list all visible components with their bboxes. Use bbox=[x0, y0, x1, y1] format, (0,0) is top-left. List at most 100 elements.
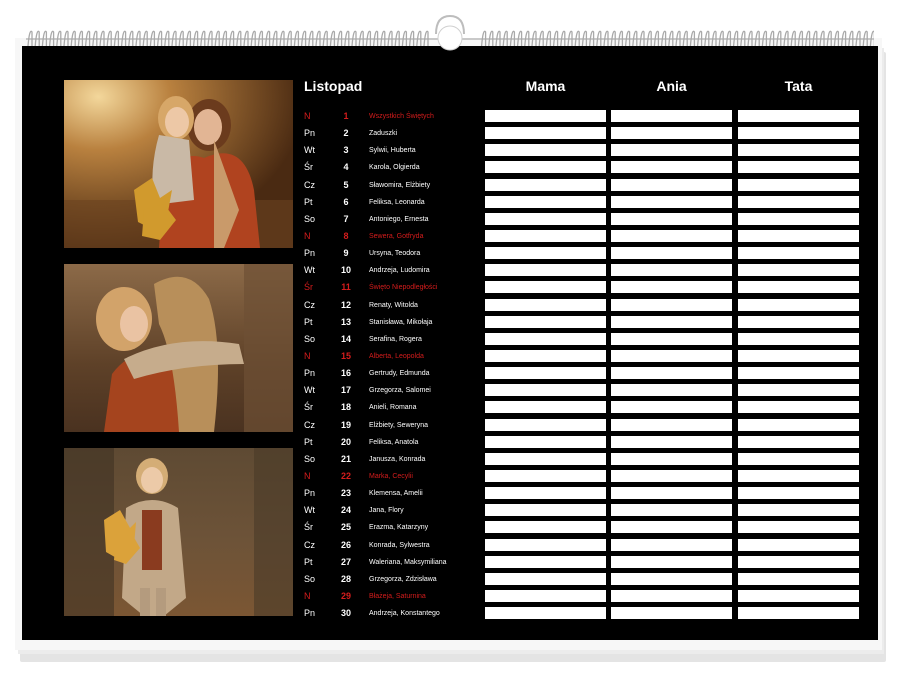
entry-cell-mama bbox=[485, 110, 606, 122]
entry-cell-tata bbox=[738, 161, 859, 174]
binding-coil bbox=[603, 30, 609, 47]
day-number: 21 bbox=[340, 453, 351, 464]
entry-cell-mama bbox=[485, 452, 606, 465]
entry-cell-mama bbox=[485, 538, 606, 551]
binding-coil bbox=[754, 30, 760, 47]
day-number: 8 bbox=[343, 230, 349, 241]
day-number: 30 bbox=[340, 608, 351, 619]
name-day-label: Andrzeja, Ludomira bbox=[369, 267, 430, 275]
column-header-mama: Mama bbox=[525, 78, 566, 94]
entry-cell-mama bbox=[485, 487, 606, 500]
name-day-label: Grzegorza, Zdzisława bbox=[369, 575, 437, 583]
name-day-label: Błażeja, Saturnina bbox=[369, 592, 426, 600]
name-day-label: Alberta, Leopolda bbox=[369, 352, 424, 360]
binding-coil bbox=[416, 30, 422, 47]
entry-cell-tata bbox=[738, 247, 859, 260]
binding-coil bbox=[408, 30, 415, 47]
day-row: Pt 20 Feliksa, Anatola bbox=[304, 434, 476, 451]
binding-coil bbox=[704, 30, 710, 47]
day-row: So 28 Grzegorza, Zdzisława bbox=[304, 571, 476, 588]
day-number: 25 bbox=[340, 522, 351, 533]
entry-cell-mama bbox=[485, 555, 606, 568]
binding-coil bbox=[156, 30, 163, 47]
entry-cell-mama bbox=[485, 349, 606, 362]
entry-cell-ania bbox=[611, 607, 732, 620]
name-day-label: Wszystkich Świętych bbox=[369, 113, 434, 120]
weekday-label: Pn bbox=[304, 128, 316, 139]
binding-coil bbox=[610, 30, 616, 47]
binding-coil bbox=[668, 30, 674, 47]
name-day-label: Feliksa, Leonarda bbox=[369, 198, 425, 206]
weekday-label: N bbox=[304, 111, 311, 121]
binding-coil bbox=[70, 30, 76, 47]
binding-coil bbox=[286, 30, 292, 47]
day-row: N 15 Alberta, Leopolda bbox=[304, 348, 476, 365]
name-day-label: Marka, Cecylii bbox=[369, 472, 413, 480]
entry-cell-ania bbox=[611, 555, 732, 568]
day-row: N 1 Wszystkich Świętych bbox=[304, 108, 476, 125]
entry-cell-tata bbox=[738, 555, 859, 568]
day-number: 28 bbox=[340, 573, 351, 584]
binding-coil bbox=[552, 30, 559, 47]
day-number: 10 bbox=[340, 265, 351, 276]
binding-coil bbox=[142, 30, 148, 47]
entry-cell-tata bbox=[738, 178, 859, 191]
binding-coil bbox=[56, 30, 62, 47]
name-day-label: Erazma, Katarzyny bbox=[369, 524, 429, 532]
day-row: Pt 13 Stanisława, Mikołaja bbox=[304, 314, 476, 331]
entry-cell-ania bbox=[611, 144, 732, 157]
entry-cell-ania bbox=[611, 589, 732, 602]
day-number: 12 bbox=[340, 299, 351, 310]
name-day-label: Antoniego, Ernesta bbox=[369, 215, 429, 223]
weekday-label: Pt bbox=[304, 436, 313, 447]
entry-cell-ania bbox=[611, 110, 732, 122]
day-row: Cz 26 Konrada, Sylwestra bbox=[304, 537, 476, 554]
binding-coil bbox=[336, 30, 343, 47]
binding-coil bbox=[689, 30, 696, 47]
entry-cell-ania bbox=[611, 487, 732, 500]
binding-coil bbox=[538, 30, 544, 47]
binding-coil bbox=[250, 30, 256, 47]
binding-coil bbox=[545, 30, 552, 47]
binding-coil bbox=[257, 30, 264, 47]
binding-coil bbox=[279, 30, 285, 47]
month-title: Listopad bbox=[304, 78, 363, 94]
weekday-label: Cz bbox=[304, 179, 315, 190]
binding-coil bbox=[848, 30, 854, 47]
binding-coil bbox=[164, 30, 170, 47]
binding-coil bbox=[776, 30, 782, 47]
entry-cell-mama bbox=[485, 298, 606, 311]
binding-coil bbox=[149, 30, 156, 47]
binding-coil bbox=[761, 30, 768, 47]
entry-cell-mama bbox=[485, 367, 606, 380]
binding-coil bbox=[560, 30, 566, 47]
binding-coil bbox=[488, 30, 494, 47]
binding-coil bbox=[502, 30, 508, 47]
name-day-label: Klemensa, Amelii bbox=[369, 490, 423, 498]
day-number: 4 bbox=[343, 162, 349, 173]
weekday-label: N bbox=[304, 350, 311, 361]
binding-coil bbox=[171, 30, 177, 47]
entry-cell-mama bbox=[485, 212, 606, 225]
entry-cell-tata bbox=[738, 572, 859, 585]
day-row: Pn 9 Ursyna, Teodora bbox=[304, 245, 476, 262]
binding-coil bbox=[682, 30, 688, 47]
binding-coil bbox=[92, 30, 98, 47]
binding-coil bbox=[315, 30, 321, 47]
binding-coil bbox=[358, 30, 364, 47]
day-row: Cz 5 Sławomira, Elżbiety bbox=[304, 177, 476, 194]
entry-cell-tata bbox=[738, 281, 859, 294]
name-day-label: Stanisława, Mikołaja bbox=[369, 318, 433, 326]
name-day-label: Sewera, Gotfryda bbox=[369, 232, 424, 240]
binding-coil bbox=[308, 30, 314, 47]
entry-cell-mama bbox=[485, 504, 606, 517]
entry-cell-tata bbox=[738, 435, 859, 448]
binding-coil bbox=[819, 30, 825, 47]
entry-cell-mama bbox=[485, 401, 606, 414]
binding-coil bbox=[27, 30, 33, 47]
name-day-label: Janusza, Konrada bbox=[369, 455, 426, 463]
binding-coil bbox=[624, 30, 631, 47]
binding-coil bbox=[351, 30, 357, 47]
entry-cell-tata bbox=[738, 589, 859, 602]
binding-coil bbox=[207, 30, 213, 47]
